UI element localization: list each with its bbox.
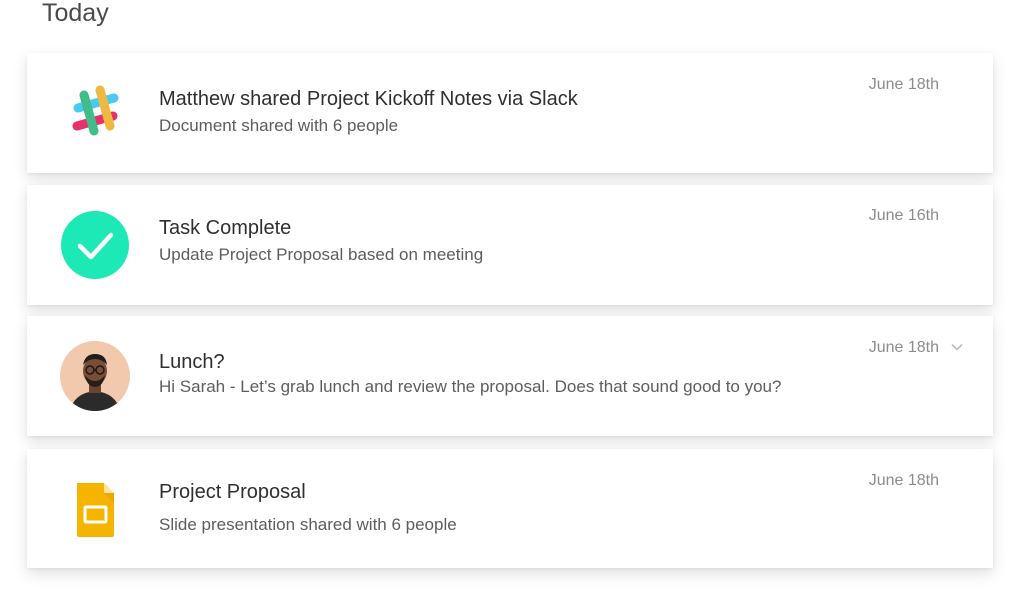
notification-date: June 18th <box>868 339 939 356</box>
notification-card-task[interactable]: Task Complete Update Project Proposal ba… <box>27 185 993 305</box>
google-slides-icon <box>60 474 130 544</box>
check-circle-icon <box>60 210 130 280</box>
notification-subtitle: Update Project Proposal based on meeting <box>159 245 484 264</box>
avatar <box>60 341 130 411</box>
notification-title: Project Proposal <box>159 481 306 503</box>
notification-card-slides[interactable]: Project Proposal Slide presentation shar… <box>27 449 993 568</box>
notification-date: June 16th <box>868 207 939 224</box>
notification-date: June 18th <box>868 472 939 489</box>
notification-card-message[interactable]: Lunch? Hi Sarah - Let’s grab lunch and r… <box>27 316 993 436</box>
notification-date: June 18th <box>868 76 939 93</box>
notification-subtitle: Document shared with 6 people <box>159 116 399 135</box>
notification-title: Task Complete <box>159 217 292 239</box>
notification-card-slack[interactable]: Matthew shared Project Kickoff Notes via… <box>27 53 993 173</box>
section-title: Today <box>42 0 109 27</box>
chevron-down-icon[interactable] <box>951 343 963 351</box>
notification-title: Matthew shared Project Kickoff Notes via… <box>159 88 578 110</box>
notification-title: Lunch? <box>159 351 225 373</box>
notification-subtitle: Hi Sarah - Let’s grab lunch and review t… <box>159 377 782 396</box>
notification-subtitle: Slide presentation shared with 6 people <box>159 515 457 534</box>
slack-icon <box>60 78 130 148</box>
